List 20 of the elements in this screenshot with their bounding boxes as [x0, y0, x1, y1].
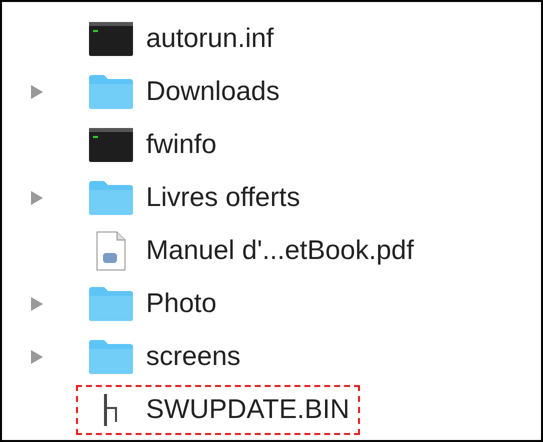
file-name[interactable]: Downloads: [146, 76, 280, 107]
disclosure-triangle-icon[interactable]: [30, 84, 44, 100]
disclosure-triangle-icon[interactable]: [30, 190, 44, 206]
folder-icon: [88, 180, 134, 216]
file-name[interactable]: Manuel d'...etBook.pdf: [146, 235, 414, 266]
folder-icon: [88, 286, 134, 322]
file-name[interactable]: autorun.inf: [146, 23, 274, 54]
file-name[interactable]: Livres offerts: [146, 182, 300, 213]
terminal-icon: [89, 22, 133, 56]
file-name[interactable]: screens: [146, 341, 241, 372]
file-name[interactable]: Photo: [146, 288, 217, 319]
terminal-icon: [89, 128, 133, 162]
folder-icon: [88, 338, 134, 374]
disclosure-triangle-icon[interactable]: [30, 348, 44, 364]
binary-file-icon: [104, 394, 118, 426]
disclosure-triangle-icon[interactable]: [30, 296, 44, 312]
file-name[interactable]: fwinfo: [146, 129, 217, 160]
file-name[interactable]: SWUPDATE.BIN: [146, 394, 350, 425]
folder-icon: [88, 74, 134, 110]
document-icon: [95, 230, 127, 270]
